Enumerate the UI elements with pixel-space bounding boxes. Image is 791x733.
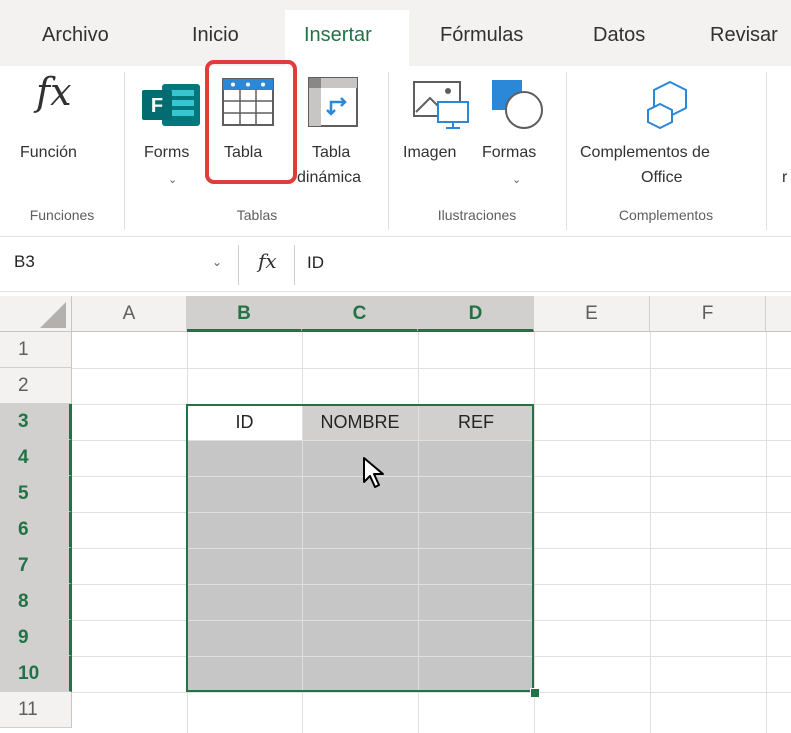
tabla-dinamica-label-2: dinámica xyxy=(297,169,362,186)
group-label-tablas: Tablas xyxy=(236,207,278,223)
row-header-11[interactable]: 11 xyxy=(0,692,72,728)
chevron-down-icon: ⌄ xyxy=(168,174,178,186)
tabla-highlight-box xyxy=(205,60,297,184)
group-label-complementos: Complementos xyxy=(618,207,714,223)
tab-insertar[interactable]: Insertar xyxy=(304,24,372,47)
row-header-1[interactable]: 1 xyxy=(0,332,72,368)
row-header-7[interactable]: 7 xyxy=(0,548,72,584)
tab-revisar[interactable]: Revisar xyxy=(710,24,778,47)
tab-inicio[interactable]: Inicio xyxy=(192,24,239,47)
ribbon-separator xyxy=(388,72,389,230)
formula-bar: B3 ⌄ fx ID xyxy=(0,236,791,292)
row-header-2[interactable]: 2 xyxy=(0,368,72,404)
column-header-a[interactable]: A xyxy=(72,296,187,332)
chevron-down-icon[interactable]: ⌄ xyxy=(212,255,222,269)
formula-bar-separator xyxy=(294,245,295,285)
ribbon-separator xyxy=(124,72,125,230)
column-header-f[interactable]: F xyxy=(650,296,766,332)
select-all-corner[interactable] xyxy=(0,296,72,332)
row-header-10[interactable]: 10 xyxy=(0,656,72,692)
tab-archivo[interactable]: Archivo xyxy=(42,24,109,47)
chevron-down-icon: ⌄ xyxy=(512,174,522,186)
pivot-table-icon xyxy=(308,77,358,127)
ribbon-separator xyxy=(566,72,567,230)
column-header-c[interactable]: C xyxy=(302,296,418,332)
complementos-label-1: Complementos de xyxy=(580,144,710,161)
grid-line xyxy=(72,692,791,693)
fill-handle[interactable] xyxy=(530,688,540,698)
ribbon-insertar: fx Función Funciones F Forms ⌄ Tabla Tab… xyxy=(0,66,791,232)
column-header-d[interactable]: D xyxy=(418,296,534,332)
selection-border xyxy=(186,404,534,692)
truncated-ribbon-label: r xyxy=(782,169,788,186)
ribbon-tab-bar: Archivo Inicio Insertar Fórmulas Datos R… xyxy=(0,0,791,66)
tab-datos[interactable]: Datos xyxy=(593,24,645,47)
tabla-dinamica-label-1: Tabla xyxy=(312,144,351,161)
row-header-4[interactable]: 4 xyxy=(0,440,72,476)
group-label-funciones: Funciones xyxy=(29,207,95,223)
group-label-ilustraciones: Ilustraciones xyxy=(437,207,517,223)
complementos-label-2: Office xyxy=(641,169,683,186)
formula-input[interactable]: ID xyxy=(307,253,324,273)
forms-icon: F xyxy=(142,84,200,126)
name-box[interactable]: B3 xyxy=(14,252,35,272)
column-header-partial[interactable] xyxy=(766,296,791,332)
row-header-5[interactable]: 5 xyxy=(0,476,72,512)
row-header-3[interactable]: 3 xyxy=(0,404,72,440)
ribbon-separator xyxy=(766,72,767,230)
imagen-label: Imagen xyxy=(403,144,457,161)
spreadsheet-grid[interactable]: A B C D E F 1 2 3 4 5 6 7 8 9 10 11 ID N… xyxy=(0,296,791,733)
grid-line xyxy=(72,368,791,369)
add-ins-icon xyxy=(647,80,687,130)
row-header-6[interactable]: 6 xyxy=(0,512,72,548)
insert-function-icon[interactable]: fx xyxy=(258,249,277,273)
funcion-label: Función xyxy=(20,144,77,161)
select-all-triangle-icon xyxy=(40,302,66,328)
grid-line xyxy=(650,332,651,733)
forms-label: Forms xyxy=(144,144,190,161)
row-header-8[interactable]: 8 xyxy=(0,584,72,620)
image-icon xyxy=(413,81,469,129)
mouse-pointer-icon xyxy=(363,457,384,488)
shapes-icon xyxy=(492,80,543,129)
grid-line xyxy=(766,332,767,733)
column-header-b[interactable]: B xyxy=(187,296,302,332)
formula-bar-separator xyxy=(238,245,239,285)
svg-text:F: F xyxy=(151,95,163,117)
column-header-e[interactable]: E xyxy=(534,296,650,332)
formas-label: Formas xyxy=(482,144,537,161)
function-fx-icon: fx xyxy=(36,70,72,114)
grid-line xyxy=(534,332,535,733)
row-header-9[interactable]: 9 xyxy=(0,620,72,656)
tab-formulas[interactable]: Fórmulas xyxy=(440,24,523,47)
